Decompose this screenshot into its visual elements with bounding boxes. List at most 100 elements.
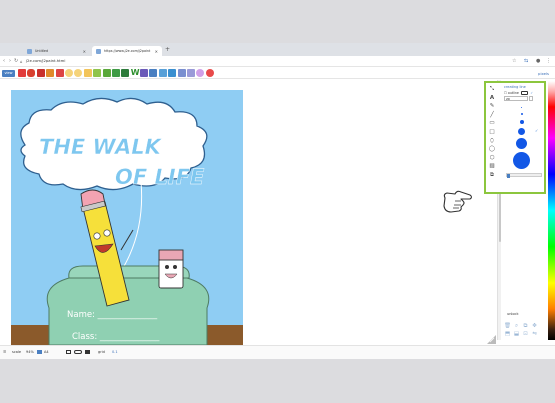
selected-brush-check-icon: ✓ [535, 128, 539, 133]
drawing-canvas[interactable]: THE WALK OF LIFE Name: ______________ Cl… [0, 80, 497, 345]
paper-size-value[interactable]: A4 [44, 350, 49, 354]
send-back-icon[interactable]: ⬓ [513, 331, 520, 337]
close-tab-icon[interactable]: ✕ [155, 49, 158, 54]
polygon-tool-icon[interactable]: ⬡ [488, 154, 496, 162]
brush-size-1[interactable] [521, 107, 522, 108]
close-tab-icon[interactable]: ✕ [83, 49, 86, 54]
forward-icon[interactable]: › [9, 58, 11, 64]
cut-icon[interactable] [83, 69, 92, 77]
view-button[interactable]: view [2, 70, 15, 77]
camera-icon[interactable] [158, 69, 167, 77]
paper-size-icon [37, 350, 42, 354]
status-menu-icon[interactable]: ☰ [3, 350, 6, 354]
bring-front-icon[interactable]: ⬒ [504, 331, 511, 337]
color-palette[interactable] [548, 81, 555, 340]
scale-label: scale [12, 350, 22, 354]
name-line-label: Name: ______________ [67, 310, 158, 320]
new-tab-button[interactable]: + [165, 46, 170, 53]
pencil-eye-left [93, 232, 101, 240]
brush-size-3[interactable] [519, 120, 524, 124]
object-actions-grid: 🗑 ⌕ ⧉ ✥ ⬒ ⬓ ⊡ ⇋ [504, 323, 546, 337]
rectangle-tool-icon[interactable]: ▭ [488, 119, 496, 127]
address-bar: ‹ › ↻ ⌂ j2e.com/j2paint.html ☆ ⇆ ● ⋮ [0, 56, 555, 67]
video-icon[interactable] [149, 69, 158, 77]
pixels-link[interactable]: pixels [538, 71, 549, 76]
profile-icon[interactable]: ● [536, 58, 540, 64]
brush-size-5[interactable] [516, 138, 527, 149]
eraser-character [158, 257, 184, 289]
delete-icon[interactable]: 🗑 [504, 323, 511, 329]
resize-corner-icon[interactable] [486, 334, 497, 345]
opacity-slider[interactable] [506, 173, 542, 178]
unlock-button[interactable]: unlock [507, 312, 519, 316]
duplicate-icon[interactable]: ⧉ [522, 323, 529, 329]
text-w-icon[interactable]: W [131, 69, 140, 77]
shapes-icon[interactable] [140, 69, 149, 77]
pencil-tool-icon[interactable]: ✎ [488, 102, 496, 110]
home-icon[interactable]: ⌂ [20, 59, 23, 64]
tab-title: Untitled [35, 49, 49, 53]
share-icon[interactable] [46, 69, 55, 77]
grid-value[interactable]: 0.1 [112, 350, 118, 354]
circle-tool-icon[interactable]: ◯ [488, 145, 496, 153]
chart-icon[interactable] [177, 69, 186, 77]
status-bar: ☰ scale 94% A4 grid 0.1 [0, 345, 555, 359]
eraser-top [158, 249, 184, 261]
square-tool-icon[interactable]: □ [488, 128, 496, 136]
image-icon[interactable] [111, 69, 120, 77]
brush-size-6[interactable] [513, 152, 530, 169]
browser-menu-icon[interactable]: ⋮ [546, 58, 551, 64]
layers-icon[interactable] [187, 69, 196, 77]
extension-icon[interactable]: ⇆ [524, 58, 528, 64]
clipart-icon[interactable] [121, 69, 130, 77]
lock-icon[interactable]: ⊡ [522, 331, 529, 337]
redo-icon[interactable] [74, 69, 83, 77]
brush-size-4[interactable] [518, 128, 525, 135]
url-field[interactable]: j2e.com/j2paint.html [26, 58, 65, 63]
flip-icon[interactable]: ⇋ [531, 331, 538, 337]
brush-size-2[interactable] [520, 113, 523, 115]
select-tool-icon[interactable]: ⤡ [488, 85, 496, 93]
table-icon[interactable] [168, 69, 177, 77]
open-file-icon[interactable] [27, 69, 36, 77]
artwork-svg: THE WALK OF LIFE Name: ______________ Cl… [11, 97, 243, 345]
print-icon[interactable] [55, 69, 64, 77]
undo-icon[interactable] [64, 69, 73, 77]
portrait-icon[interactable] [66, 350, 71, 354]
landscape-icon[interactable] [74, 350, 82, 354]
outline-color-swatch[interactable] [520, 91, 528, 95]
help-icon[interactable] [205, 69, 214, 77]
browser-tab-untitled[interactable]: Untitled ✕ [23, 46, 90, 56]
copy-icon[interactable] [93, 69, 102, 77]
outline-checkbox-icon[interactable]: ☐ [504, 91, 507, 95]
outline-option[interactable]: ☐ outline ✓ [504, 91, 533, 95]
reload-icon[interactable]: ↻ [14, 58, 18, 64]
save-icon[interactable] [36, 69, 45, 77]
new-file-icon[interactable] [18, 69, 26, 77]
image-tool-icon[interactable]: ▨ [488, 162, 496, 170]
browser-tab-j2paint[interactable]: https://www.j2e.com/j2paint ✕ [92, 46, 162, 56]
tool-mode-title: creating line [504, 85, 526, 89]
back-icon[interactable]: ‹ [3, 58, 5, 64]
bookmark-star-icon[interactable]: ☆ [512, 58, 516, 64]
size-field[interactable]: 20 [504, 96, 528, 101]
zoom-icon[interactable]: ⌕ [513, 323, 520, 329]
pencil-eye-right [103, 229, 111, 237]
opacity-slider-knob[interactable] [507, 173, 510, 178]
background-image-icon[interactable] [85, 350, 90, 354]
size-spinner[interactable] [529, 96, 533, 101]
text-tool-icon[interactable]: A [488, 94, 496, 102]
title-line-1: THE WALK [39, 135, 163, 159]
comment-icon[interactable] [196, 69, 205, 77]
line-tool-icon[interactable]: ╱ [488, 111, 496, 119]
group-tool-icon[interactable]: ⧉ [488, 171, 496, 179]
grid-label: grid [98, 350, 105, 354]
artwork-page[interactable]: THE WALK OF LIFE Name: ______________ Cl… [11, 90, 243, 345]
class-line-label: Class: ______________ [72, 332, 160, 342]
move-icon[interactable]: ✥ [531, 323, 538, 329]
tab-favicon-icon [96, 48, 101, 54]
scale-value[interactable]: 94% [26, 350, 34, 354]
pointing-hand-icon [443, 190, 473, 213]
paste-icon[interactable] [102, 69, 111, 77]
oval-tool-icon[interactable]: ⬯ [488, 137, 496, 145]
